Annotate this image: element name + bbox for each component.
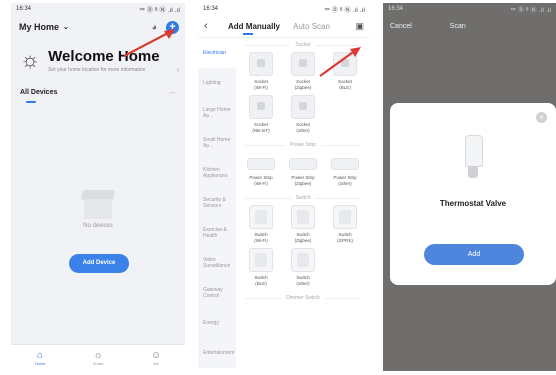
device-name: Thermostat Valve bbox=[439, 199, 507, 208]
status-bar: 16:34 ™ Ⓓ ᴮ Ⓝ .ıl .ıl bbox=[11, 3, 185, 15]
device-switch-ble[interactable]: Switch (BLE) bbox=[242, 248, 280, 286]
scan-title: Scan bbox=[449, 22, 466, 30]
section-power-strip: Power Strip bbox=[240, 138, 366, 152]
device-switch-zigbee[interactable]: Switch (Zigbee) bbox=[284, 205, 322, 243]
device-socket-zigbee[interactable]: Socket (Zigbee) bbox=[284, 52, 322, 90]
category-item[interactable]: Lighting bbox=[198, 68, 236, 98]
category-item[interactable]: Entertainment bbox=[198, 338, 236, 368]
add-device-button[interactable]: Add Device bbox=[69, 254, 129, 273]
category-item[interactable]: Security & Sensors bbox=[198, 188, 236, 218]
welcome-subtitle: Set your home location for more informat… bbox=[48, 67, 146, 73]
socket-icon bbox=[291, 52, 315, 76]
section-dimmer-switch: Dimmer Switch bbox=[240, 291, 366, 305]
devices-header: All Devices ⋯ bbox=[11, 73, 185, 97]
more-icon[interactable]: ⋯ bbox=[169, 89, 176, 97]
device-socket-wifi[interactable]: Socket (Wi-Fi) bbox=[242, 52, 280, 90]
smart-icon: ☼ bbox=[93, 350, 103, 361]
switch-icon bbox=[291, 248, 315, 272]
scan-screen: 16:34 ™ Ⓓ ᴮ Ⓝ .ıl .ıl Cancel Scan × Ther… bbox=[383, 3, 556, 371]
category-item[interactable]: Kitchen Appliances bbox=[198, 158, 236, 188]
device-grid: Socket Socket (Wi-Fi) Socket (Zigbee) Sock… bbox=[236, 38, 370, 368]
device-found-dialog: × Thermostat Valve Add bbox=[390, 103, 556, 285]
scan-nav: Cancel Scan bbox=[383, 15, 556, 37]
device-strip-zigbee[interactable]: Power Strip (Zigbee) bbox=[284, 152, 322, 186]
status-icons: ™ Ⓓ ᴮ Ⓝ .ıl .ıl bbox=[509, 7, 551, 14]
switch-icon bbox=[249, 248, 273, 272]
status-time: 16:34 bbox=[388, 6, 404, 12]
switch-icon bbox=[333, 205, 357, 229]
chevron-down-icon: ⌄ bbox=[63, 24, 69, 31]
scan-icon[interactable]: ▣ bbox=[355, 21, 364, 32]
device-switch-other[interactable]: Switch (other) bbox=[284, 248, 322, 286]
device-strip-other[interactable]: Power Strip (other) bbox=[326, 152, 364, 186]
socket-icon bbox=[249, 95, 273, 119]
socket-icon bbox=[249, 52, 273, 76]
status-icons: ™ Ⓓ ᴮ Ⓝ .ıl .ıl bbox=[323, 7, 365, 14]
sun-icon: ☼ bbox=[20, 47, 41, 72]
tab-auto-scan[interactable]: Auto Scan bbox=[293, 22, 330, 31]
socket-icon bbox=[333, 52, 357, 76]
socket-icon bbox=[291, 95, 315, 119]
category-item[interactable]: Gateway Control bbox=[198, 278, 236, 308]
category-item[interactable]: Electrician bbox=[198, 38, 236, 68]
tab-me[interactable]: ☺ Me bbox=[151, 350, 161, 366]
power-strip-icon bbox=[331, 158, 359, 170]
add-device-plus-button[interactable]: + bbox=[166, 20, 179, 34]
close-icon[interactable]: × bbox=[536, 112, 547, 123]
home-header: My Home ⌄ ◕ + bbox=[11, 15, 185, 37]
status-time: 16:34 bbox=[203, 6, 219, 12]
category-item[interactable]: Exercise & Health bbox=[198, 218, 236, 248]
tab-add-manually[interactable]: Add Manually bbox=[228, 22, 280, 35]
status-bar: 16:34 ™ Ⓓ ᴮ Ⓝ .ıl .ıl bbox=[198, 3, 370, 15]
welcome-title: Welcome Home bbox=[48, 48, 160, 65]
voice-icon[interactable]: ◕ bbox=[152, 22, 157, 32]
empty-box-icon bbox=[78, 185, 118, 221]
section-socket: Socket bbox=[240, 38, 366, 52]
tab-smart[interactable]: ☼ Smart bbox=[93, 350, 104, 366]
tab-smart-label: Smart bbox=[92, 361, 104, 366]
switch-icon bbox=[249, 205, 273, 229]
device-socket-nbiot[interactable]: Socket (NB-IoT) bbox=[242, 95, 280, 133]
device-socket-ble[interactable]: Socket (BLE) bbox=[326, 52, 364, 90]
tab-home[interactable]: ⌂ Home bbox=[35, 350, 46, 366]
power-strip-icon bbox=[247, 158, 275, 170]
status-icons: ™ Ⓓ ᴮ Ⓝ .ıl .ıl bbox=[138, 7, 180, 14]
status-time: 16:34 bbox=[16, 6, 32, 12]
home-icon: ⌂ bbox=[37, 350, 44, 361]
category-list: Electrician Lighting Large Home Ap... Sm… bbox=[198, 38, 236, 368]
tab-underline bbox=[26, 101, 36, 103]
category-item[interactable]: Video Surveillance bbox=[198, 248, 236, 278]
welcome-banner[interactable]: ☼ Welcome Home Set your home location fo… bbox=[11, 37, 185, 75]
thermostat-valve-icon bbox=[463, 135, 483, 179]
add-device-nav: ‹ Add Manually Auto Scan ▣ bbox=[198, 15, 370, 38]
switch-icon bbox=[291, 205, 315, 229]
tab-bar: ⌂ Home ☼ Smart ☺ Me bbox=[11, 344, 185, 371]
category-item[interactable]: Energy bbox=[198, 308, 236, 338]
add-device-screen: 16:34 ™ Ⓓ ᴮ Ⓝ .ıl .ıl ‹ Add Manually Aut… bbox=[198, 3, 370, 371]
category-item[interactable]: Large Home Ap... bbox=[198, 98, 236, 128]
home-screen: 16:34 ™ Ⓓ ᴮ Ⓝ .ıl .ıl My Home ⌄ ◕ + ☼ We… bbox=[11, 3, 185, 371]
empty-state: No devices bbox=[11, 185, 185, 229]
tab-home-label: Home bbox=[34, 361, 46, 366]
section-switch: Switch bbox=[240, 191, 366, 205]
empty-text: No devices bbox=[83, 223, 113, 229]
add-button[interactable]: Add bbox=[424, 244, 524, 265]
device-switch-gprs[interactable]: Switch (GPRS) bbox=[326, 205, 364, 243]
category-item[interactable]: Small Home Ap... bbox=[198, 128, 236, 158]
me-icon: ☺ bbox=[151, 350, 162, 361]
home-selector[interactable]: My Home ⌄ bbox=[19, 22, 69, 32]
device-switch-wifi[interactable]: Switch (Wi-Fi) bbox=[242, 205, 280, 243]
status-bar: 16:34 ™ Ⓓ ᴮ Ⓝ .ıl .ıl bbox=[383, 3, 556, 15]
tab-all-devices[interactable]: All Devices bbox=[20, 89, 57, 97]
power-strip-icon bbox=[289, 158, 317, 170]
chevron-right-icon: › bbox=[176, 67, 179, 74]
home-title: My Home bbox=[19, 22, 60, 32]
device-socket-other[interactable]: Socket (other) bbox=[284, 95, 322, 133]
cancel-button[interactable]: Cancel bbox=[390, 23, 412, 30]
device-strip-wifi[interactable]: Power Strip (Wi-Fi) bbox=[242, 152, 280, 186]
tab-me-label: Me bbox=[153, 361, 159, 366]
back-icon[interactable]: ‹ bbox=[204, 20, 228, 32]
